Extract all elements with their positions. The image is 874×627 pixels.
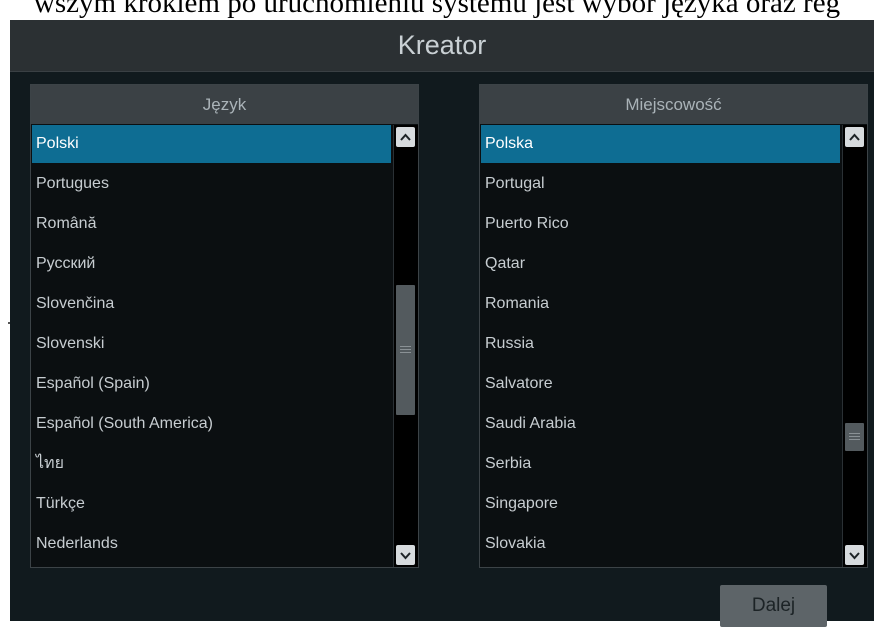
location-panel: Miejscowość Polska Portugal Puerto Rico … xyxy=(479,84,868,568)
location-item[interactable]: Serbia xyxy=(481,445,840,483)
grip-line xyxy=(849,433,860,434)
grip-line xyxy=(849,439,860,440)
language-item[interactable]: Русский xyxy=(32,245,391,283)
scroll-thumb[interactable] xyxy=(396,285,415,415)
page-margin xyxy=(0,20,10,621)
language-item[interactable]: Nederlands xyxy=(32,525,391,563)
location-item[interactable]: Puerto Rico xyxy=(481,205,840,243)
window-title: Kreator xyxy=(397,30,487,60)
scroll-up-button[interactable] xyxy=(396,127,415,147)
language-scrollbar[interactable] xyxy=(393,125,418,567)
title-bar: Kreator xyxy=(10,20,874,72)
language-item[interactable]: Slovenski xyxy=(32,325,391,363)
location-item[interactable]: Slovakia xyxy=(481,525,840,563)
language-panel: Język Polski Portugues Română Русский Sl… xyxy=(30,84,419,568)
scroll-up-button[interactable] xyxy=(845,127,864,147)
location-item[interactable]: Saudi Arabia xyxy=(481,405,840,443)
location-item[interactable]: Romania xyxy=(481,285,840,323)
language-item[interactable]: Polski xyxy=(32,125,391,163)
location-item[interactable]: Polska xyxy=(481,125,840,163)
location-item[interactable]: Singapore xyxy=(481,485,840,523)
wizard-window: Kreator Język Polski Portugues Română Ру… xyxy=(10,20,874,627)
chevron-up-icon xyxy=(400,133,411,141)
language-item[interactable]: Slovenčina xyxy=(32,285,391,323)
language-item[interactable]: Español (Spain) xyxy=(32,365,391,403)
language-item[interactable]: Türkçe xyxy=(32,485,391,523)
location-scrollbar[interactable] xyxy=(842,125,867,567)
chevron-down-icon xyxy=(849,552,860,560)
language-item[interactable]: ไทย xyxy=(32,445,391,483)
grip-line xyxy=(400,352,411,353)
scroll-down-button[interactable] xyxy=(845,545,864,565)
location-item[interactable]: Qatar xyxy=(481,245,840,283)
language-list[interactable]: Polski Portugues Română Русский Slovenči… xyxy=(31,125,393,567)
location-header: Miejscowość xyxy=(480,85,867,124)
location-item[interactable]: Salvatore xyxy=(481,365,840,403)
language-item[interactable]: Portugues xyxy=(32,165,391,203)
location-item[interactable]: Portugal xyxy=(481,165,840,203)
grip-line xyxy=(400,346,411,347)
scroll-down-button[interactable] xyxy=(396,545,415,565)
chevron-up-icon xyxy=(849,133,860,141)
language-header: Język xyxy=(31,85,418,124)
location-item[interactable]: Russia xyxy=(481,325,840,363)
language-item[interactable]: Español (South America) xyxy=(32,405,391,443)
grip-line xyxy=(400,349,411,350)
chevron-down-icon xyxy=(400,552,411,560)
language-item[interactable]: Română xyxy=(32,205,391,243)
scroll-thumb[interactable] xyxy=(845,423,864,451)
location-list[interactable]: Polska Portugal Puerto Rico Qatar Romani… xyxy=(480,125,842,567)
grip-line xyxy=(849,436,860,437)
document-caption-text: wszym krokiem po uruchomieniu systemu je… xyxy=(33,0,841,19)
